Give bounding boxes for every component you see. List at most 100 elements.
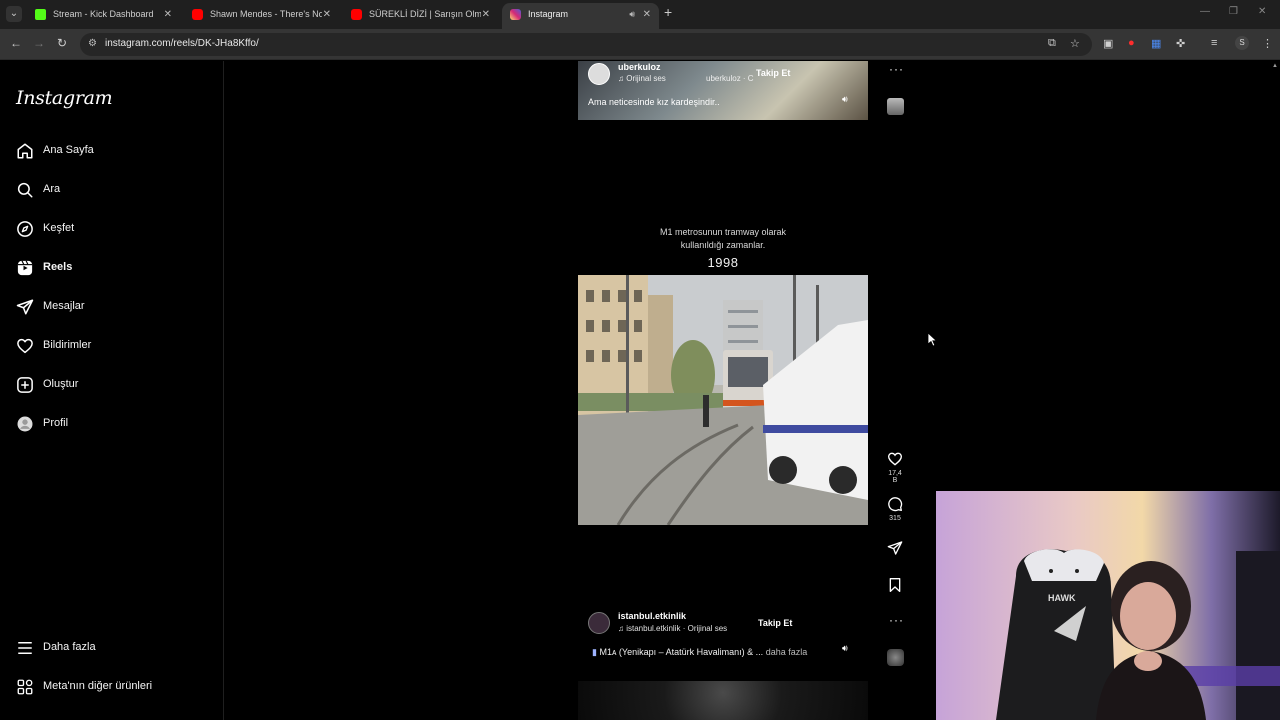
avatar-icon [17,416,33,432]
reel-audio[interactable]: ♫ Orijinal ses [618,74,666,83]
like-count: 17,4 B [888,470,902,484]
sidebar-item-reels[interactable]: Reels [16,257,206,281]
tab-kick-dashboard[interactable]: Stream - Kick Dashboard ✕ [27,3,180,29]
tab-instagram[interactable]: Instagram 🔊︎ ✕ [502,3,659,29]
close-icon[interactable]: ✕ [643,3,651,26]
reel-audio-label: Orijinal ses [626,74,666,83]
reel-author-avatar[interactable] [588,612,610,634]
sidebar-item-label: Mesajlar [43,300,85,312]
sidebar-item-label: Reels [43,261,73,273]
caption-more-link[interactable]: daha fazla [766,647,808,657]
share-button[interactable] [885,540,905,556]
sidebar-item-label: Ara [43,183,61,195]
close-icon[interactable]: ✕ [323,3,331,26]
kick-icon [35,9,46,20]
maximize-icon[interactable]: ❐ [1229,6,1238,17]
page-scrollbar[interactable]: ▲ [1270,61,1280,491]
reel-overlay-year: 1998 [707,255,739,270]
compass-icon [17,221,33,237]
reel-audio-label: istanbul.etkinlik · Orijinal ses [626,624,728,633]
audio-thumbnail[interactable] [887,649,904,666]
reel-author-username[interactable]: istanbul.etkinlik [618,611,686,621]
hamburger-icon [18,642,32,654]
volume-icon[interactable]: 🔊︎ [842,643,848,654]
bookmark-star-icon[interactable]: ☆ [1070,37,1080,50]
follow-button[interactable]: Takip Et [758,618,792,628]
media-controls-icon[interactable]: ≡ [1211,37,1217,49]
site-info-icon[interactable]: ⚙ [88,38,97,49]
sidebar-item-more[interactable]: Daha fazla [16,637,206,661]
reel-author-username[interactable]: uberkuloz [618,62,661,72]
translate-extension-icon[interactable]: ▦ [1151,37,1161,50]
sidebar-item-label: Profil [43,417,69,429]
like-button[interactable]: 17,4 B [885,451,905,484]
reel-audio[interactable]: ♫ istanbul.etkinlik · Orijinal ses [618,624,727,633]
close-icon[interactable]: ✕ [482,3,490,26]
sidebar-item-profile[interactable]: Profil [16,413,206,437]
recording-extension-icon[interactable]: ● [1128,37,1135,49]
send-icon [887,541,903,555]
sidebar-item-label: Oluştur [43,378,79,390]
reel-previous[interactable]: uberkuloz ♫ Orijinal ses uberkuloz · C T… [578,61,868,120]
reel-author-avatar[interactable] [588,63,610,85]
sidebar-item-label: Bildirimler [43,339,92,351]
tab-search-button[interactable]: ⌄ [6,6,22,22]
sidebar-item-messages[interactable]: Mesajlar [16,296,206,320]
meta-products-icon [17,679,33,695]
instagram-icon [510,9,521,20]
scroll-up-icon[interactable]: ▲ [1272,63,1278,69]
instagram-logo[interactable]: Instagram [16,87,113,109]
youtube-icon [351,9,362,20]
follow-button[interactable]: Takip Et [756,68,790,78]
tab-surekli-dizi[interactable]: SÜREKLİ DİZİ | Sarışın Olma İdd ✕ [343,3,498,29]
reel-next-preview[interactable] [578,681,868,720]
reel-caption[interactable]: Ama neticesinde kız kardeşindir.. [588,97,720,107]
send-icon [16,299,34,315]
search-icon [17,182,33,198]
tab-shawn-mendes[interactable]: Shawn Mendes - There's Nothin ✕ [184,3,339,29]
mouse-cursor-icon [928,333,938,347]
comment-button[interactable]: 315 [885,496,905,522]
volume-icon[interactable]: 🔊︎ [842,94,848,105]
reel-video-frame[interactable] [578,275,868,525]
forward-icon[interactable]: → [33,36,45,50]
tab-title: Stream - Kick Dashboard [53,9,154,19]
sidebar-item-label: Ana Sayfa [43,144,94,156]
caption-emoji-icon: ▮ [592,647,597,657]
back-icon[interactable]: ← [10,36,22,50]
webcam-overlay: HAWK [936,491,1280,720]
install-app-icon[interactable]: ⧉ [1048,37,1056,50]
speaker-icon[interactable]: 🔊︎ [629,3,635,26]
reel-caption-text: M1ᴀ (Yenikapı – Atatürk Havalimanı) & ..… [599,647,764,657]
more-options-icon[interactable]: ··· [889,62,904,76]
sidebar-item-meta-products[interactable]: Meta'nın diğer ürünleri [16,676,206,700]
plus-square-icon [17,377,33,393]
window-close-icon[interactable]: ✕ [1258,6,1266,17]
bookmark-icon [889,578,901,592]
sidebar-item-explore[interactable]: Keşfet [16,218,206,242]
save-button[interactable] [885,577,905,593]
more-options-icon[interactable]: ··· [889,613,904,627]
sidebar-item-label: Daha fazla [43,641,96,653]
audio-thumbnail[interactable] [887,98,904,115]
sidebar-item-home[interactable]: Ana Sayfa [16,140,206,164]
sidebar-item-notifications[interactable]: Bildirimler [16,335,206,359]
sidebar-item-create[interactable]: Oluştur [16,374,206,398]
new-tab-button[interactable]: + [664,4,672,20]
address-bar[interactable]: ⚙ instagram.com/reels/DK-JHa8Kffo/ [80,33,1092,56]
instagram-sidebar: Instagram Ana Sayfa Ara Keşfet Reels Mes… [0,61,224,720]
comment-count: 315 [889,515,901,522]
reload-icon[interactable]: ↻ [57,36,67,50]
sidebar-item-search[interactable]: Ara [16,179,206,203]
youtube-icon [192,9,203,20]
reel-caption[interactable]: ▮ M1ᴀ (Yenikapı – Atatürk Havalimanı) & … [592,647,807,658]
tab-title: SÜREKLİ DİZİ | Sarışın Olma İdd [369,9,481,19]
kebab-menu-icon[interactable]: ⋮ [1262,37,1273,50]
minimize-icon[interactable]: — [1200,6,1210,17]
reel-overlay-caption: M1 metrosunun tramway olarak kullanıldığ… [578,226,868,252]
extension-icon[interactable]: ▣ [1103,37,1113,50]
puzzle-icon[interactable]: ✜ [1176,37,1185,50]
browser-toolbar: ← → ↻ ⚙ instagram.com/reels/DK-JHa8Kffo/… [0,29,1280,60]
close-icon[interactable]: ✕ [164,3,172,26]
profile-avatar[interactable]: S [1235,36,1249,50]
